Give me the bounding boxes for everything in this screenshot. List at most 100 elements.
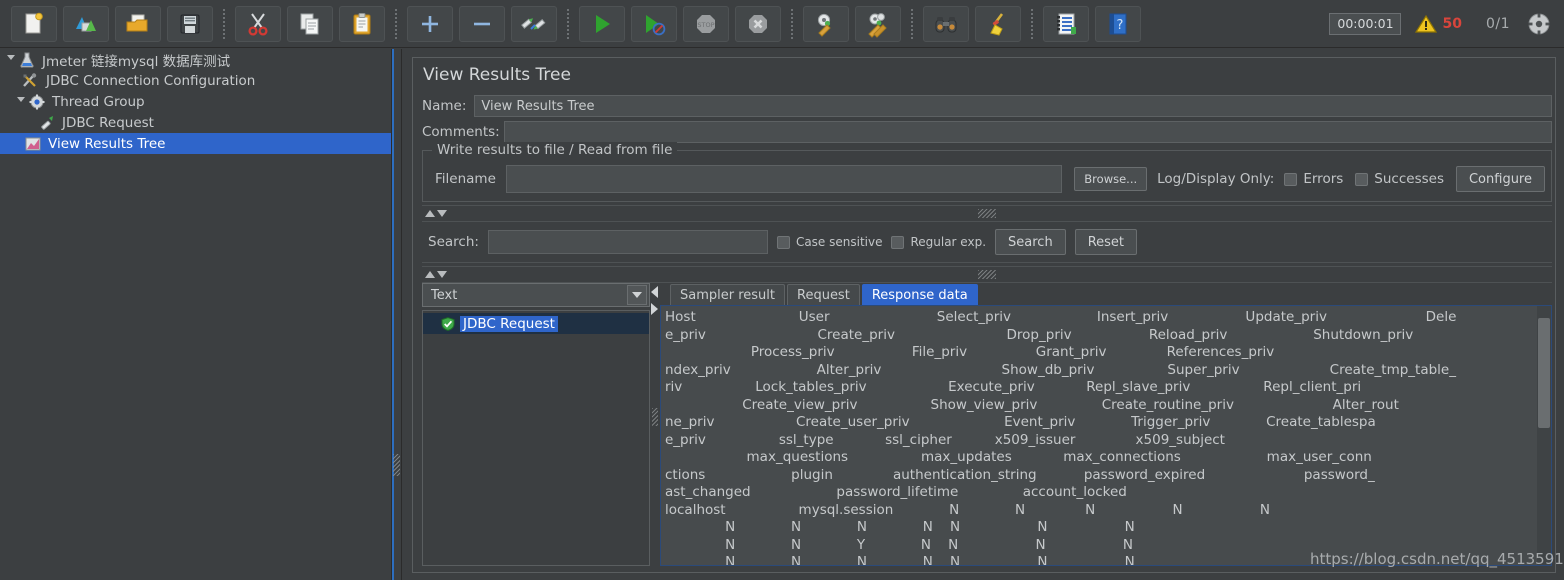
- tab-sampler-result[interactable]: Sampler result: [670, 284, 785, 305]
- play-green-icon: [596, 14, 610, 33]
- response-tab-area: Sampler result Request Response data Hos…: [660, 283, 1552, 566]
- thread-group-icon: [28, 94, 46, 110]
- response-vertical-scrollbar[interactable]: [1537, 306, 1551, 565]
- comments-label: Comments:: [422, 124, 500, 140]
- svg-text:STOP: STOP: [697, 21, 714, 29]
- regular-exp-label: Regular exp.: [910, 235, 987, 249]
- clear-all-button[interactable]: [855, 5, 901, 42]
- main-toolbar: STOP ? 00:00:01 50 0/1: [0, 0, 1564, 48]
- splitter-grip[interactable]: [393, 454, 400, 476]
- new-button[interactable]: [11, 5, 57, 42]
- toolbar-separator-5: [911, 8, 913, 39]
- remote-engines-icon[interactable]: [1526, 11, 1552, 37]
- errors-checkbox-wrap[interactable]: Errors: [1284, 171, 1343, 187]
- config-element-icon: [22, 72, 40, 89]
- collapse-bar-bottom[interactable]: [422, 266, 1552, 283]
- name-label: Name:: [422, 98, 467, 114]
- warning-count: 50: [1442, 15, 1462, 32]
- configure-button[interactable]: Configure: [1455, 166, 1545, 192]
- templates-button[interactable]: [63, 5, 109, 42]
- collapse-up-arrow-2[interactable]: [425, 271, 435, 278]
- expand-all-button[interactable]: [407, 5, 453, 42]
- clear-button[interactable]: [803, 5, 849, 42]
- start-button[interactable]: [579, 5, 625, 42]
- tree-item-view-results-tree[interactable]: View Results Tree: [0, 133, 391, 154]
- results-splitter-grip[interactable]: [652, 408, 658, 426]
- tab-response-data[interactable]: Response data: [861, 284, 978, 305]
- regular-exp-checkbox[interactable]: [891, 235, 905, 249]
- templates-icon: [76, 16, 96, 31]
- search-label: Search:: [428, 234, 479, 250]
- page-title: View Results Tree: [423, 65, 571, 85]
- reset-button[interactable]: Reset: [1074, 229, 1138, 255]
- test-plan-tree[interactable]: Jmeter 链接mysql 数据库测试 JDBC Connection Con…: [0, 49, 392, 580]
- copy-pages-icon: [300, 13, 319, 34]
- save-button[interactable]: [167, 5, 213, 42]
- results-list-pane: Text JDBC Request: [422, 283, 650, 566]
- stop-sign-icon: STOP: [697, 14, 715, 33]
- function-helper-button[interactable]: [1043, 5, 1089, 42]
- tree-panel-splitter[interactable]: [392, 49, 402, 580]
- chevron-down-icon[interactable]: [627, 285, 647, 305]
- scrollbar-thumb[interactable]: [1538, 318, 1550, 428]
- stop-button[interactable]: STOP: [683, 5, 729, 42]
- search-button[interactable]: [923, 5, 969, 42]
- clipboard-paste-icon: [353, 12, 371, 34]
- tree-item-test-plan[interactable]: Jmeter 链接mysql 数据库测试: [0, 49, 391, 70]
- collapse-up-arrow[interactable]: [425, 210, 435, 217]
- start-no-pauses-button[interactable]: [631, 5, 677, 42]
- expand-toggle[interactable]: [4, 53, 18, 67]
- case-sensitive-wrap[interactable]: Case sensitive: [776, 235, 882, 249]
- horizontal-split-grip[interactable]: [978, 209, 996, 218]
- renderer-selected-value: Text: [431, 287, 458, 303]
- tree-item-jdbc-connection-configuration[interactable]: JDBC Connection Configuration: [0, 70, 391, 91]
- collapse-down-arrow[interactable]: [437, 210, 447, 217]
- help-button[interactable]: ?: [1095, 5, 1141, 42]
- sampler-result-list[interactable]: JDBC Request: [422, 310, 650, 566]
- tab-request[interactable]: Request: [787, 284, 860, 305]
- collapse-left-arrow[interactable]: [651, 286, 658, 298]
- name-row: Name: View Results Tree: [413, 93, 1555, 120]
- errors-checkbox[interactable]: [1284, 172, 1298, 186]
- search-button[interactable]: Search: [995, 229, 1066, 255]
- shutdown-button[interactable]: [735, 5, 781, 42]
- toolbar-separator-1: [223, 8, 225, 39]
- reset-search-button[interactable]: [975, 5, 1021, 42]
- successes-checkbox[interactable]: [1355, 172, 1369, 186]
- collapse-bar-top[interactable]: [422, 205, 1552, 222]
- open-button[interactable]: [115, 5, 161, 42]
- shutdown-gray-icon: [749, 14, 767, 33]
- browse-button[interactable]: Browse...: [1074, 167, 1148, 191]
- jdbc-sampler-icon: [38, 115, 56, 131]
- successes-checkbox-wrap[interactable]: Successes: [1355, 171, 1444, 187]
- name-input[interactable]: View Results Tree: [474, 95, 1552, 117]
- comments-input[interactable]: [503, 121, 1552, 143]
- tree-item-label: Jmeter 链接mysql 数据库测试: [42, 53, 231, 70]
- case-sensitive-checkbox[interactable]: [776, 235, 790, 249]
- cut-button[interactable]: [235, 5, 281, 42]
- help-book-icon: ?: [1109, 13, 1127, 34]
- horizontal-split-grip-2[interactable]: [978, 270, 996, 279]
- results-splitter[interactable]: [650, 283, 660, 566]
- collapse-all-button[interactable]: [459, 5, 505, 42]
- toggle-pencil-icon: [521, 17, 546, 30]
- expand-toggle[interactable]: [14, 95, 28, 109]
- paste-button[interactable]: [339, 5, 385, 42]
- search-input[interactable]: [487, 230, 768, 254]
- response-data-text[interactable]: Host User Select_priv Insert_priv Update…: [661, 306, 1537, 565]
- regular-exp-wrap[interactable]: Regular exp.: [891, 235, 986, 249]
- renderer-combobox[interactable]: Text: [422, 283, 650, 307]
- copy-button[interactable]: [287, 5, 333, 42]
- tree-item-label: Thread Group: [52, 93, 145, 110]
- warning-triangle-icon[interactable]: [1415, 14, 1438, 34]
- tree-item-thread-group[interactable]: Thread Group: [0, 91, 391, 112]
- view-results-tree-panel: View Results Tree Name: View Results Tre…: [403, 49, 1564, 580]
- toggle-button[interactable]: [511, 5, 557, 42]
- collapse-down-arrow-2[interactable]: [437, 271, 447, 278]
- list-item[interactable]: JDBC Request: [423, 313, 649, 334]
- notepad-icon: [1057, 13, 1076, 34]
- filename-input[interactable]: [505, 165, 1063, 193]
- tree-item-jdbc-request[interactable]: JDBC Request: [0, 112, 391, 133]
- collapse-right-arrow[interactable]: [651, 303, 658, 315]
- response-data-pane[interactable]: Host User Select_priv Insert_priv Update…: [660, 305, 1552, 566]
